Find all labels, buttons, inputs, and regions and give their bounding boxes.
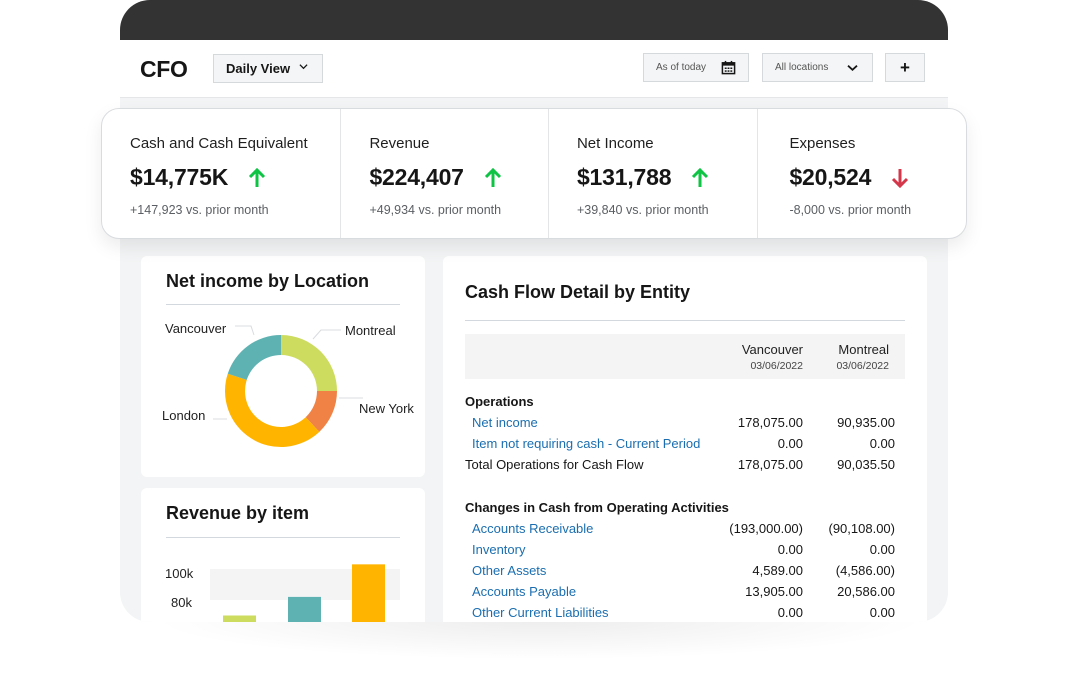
column-name: Montreal [838, 342, 889, 357]
table-row[interactable]: Net income 178,075.00 90,935.00 [465, 415, 905, 436]
value-vancouver: 0.00 [777, 605, 803, 620]
table-row[interactable]: Inventory 0.00 0.00 [465, 542, 905, 563]
kpi-cash[interactable]: Cash and Cash Equivalent $14,775K +147,9… [102, 109, 342, 238]
row-link[interactable]: Accounts Receivable [472, 521, 593, 536]
value-vancouver: 178,075.00 [737, 457, 803, 472]
row-label: Total Operations for Cash Flow [465, 457, 644, 472]
date-filter-label: As of today [656, 62, 707, 73]
divider [465, 320, 905, 321]
net-income-by-location-card: Net income by Location Vancouver Montrea… [141, 256, 425, 477]
chevron-down-icon [299, 64, 308, 70]
value-vancouver: 4,589.00 [752, 563, 803, 578]
bar-item-3[interactable] [352, 564, 385, 622]
card-title: Cash Flow Detail by Entity [465, 282, 691, 302]
device-shadow [150, 620, 930, 660]
revenue-by-item-card: Revenue by item 100k 80k [141, 488, 425, 622]
column-date: 03/06/2022 [750, 360, 803, 372]
row-link[interactable]: Other Assets [472, 563, 546, 578]
value-montreal: 90,935.00 [837, 415, 895, 430]
donut-slice-vancouver[interactable] [227, 335, 281, 380]
row-link[interactable]: Item not requiring cash - Current Period [472, 436, 700, 451]
donut-chart [213, 325, 363, 448]
y-tick-100k: 100k [165, 566, 194, 581]
row-label: Changes in Cash from Operating Activitie… [465, 500, 729, 515]
view-select-dropdown[interactable]: Daily View [213, 54, 323, 83]
column-date: 03/06/2022 [836, 360, 889, 372]
kpi-strip: Cash and Cash Equivalent $14,775K +147,9… [101, 108, 967, 239]
kpi-label: Cash and Cash Equivalent [130, 135, 308, 152]
row-link[interactable]: Other Current Liabilities [472, 605, 609, 620]
section-header: Operations [465, 394, 905, 415]
value-vancouver: 178,075.00 [737, 415, 803, 430]
row-label: Operations [465, 394, 534, 409]
value-montreal: (4,586.00) [835, 563, 895, 578]
kpi-value: $14,775K [130, 164, 229, 190]
value-vancouver: 0.00 [777, 436, 803, 451]
kpi-delta: -8,000 vs. prior month [789, 203, 912, 217]
table-row[interactable]: Other Current Liabilities 0.00 0.00 [465, 605, 905, 622]
table-row: Total Operations for Cash Flow 178,075.00… [465, 457, 905, 478]
date-filter-button[interactable]: As of today [643, 53, 749, 82]
leader-line-vancouver [235, 325, 255, 336]
column-name: Vancouver [741, 342, 803, 357]
value-montreal: 90,035.50 [837, 457, 895, 472]
cash-flow-detail-card: Cash Flow Detail by Entity Vancouver 03/… [443, 256, 927, 622]
table-header: Vancouver 03/06/2022 Montreal 03/06/2022 [465, 334, 905, 379]
arrow-up-icon [692, 167, 709, 187]
slice-label-new-york: New York [359, 401, 414, 416]
value-vancouver: (193,000.00) [729, 521, 803, 536]
kpi-delta: +39,840 vs. prior month [576, 203, 709, 217]
column-header-vancouver: Vancouver 03/06/2022 [742, 342, 803, 372]
device-frame: CFO Daily View As of today All locations… [120, 0, 948, 622]
section-header: Changes in Cash from Operating Activitie… [465, 500, 905, 521]
value-montreal: 0.00 [869, 436, 895, 451]
value-montreal: 0.00 [869, 542, 895, 557]
kpi-net-income[interactable]: Net Income $131,788 +39,840 vs. prior mo… [549, 109, 759, 238]
donut-slice-montreal[interactable] [281, 335, 337, 391]
slice-label-vancouver: Vancouver [165, 321, 227, 336]
kpi-value: $20,524 [789, 164, 872, 190]
value-vancouver: 13,905.00 [745, 584, 803, 599]
kpi-delta: +49,934 vs. prior month [369, 203, 502, 217]
row-link[interactable]: Inventory [472, 542, 525, 557]
table-row[interactable]: Other Assets 4,589.00 (4,586.00) [465, 563, 905, 584]
view-select-label: Daily View [226, 61, 291, 76]
row-link[interactable]: Accounts Payable [472, 584, 576, 599]
app-header: CFO Daily View As of today All locations… [120, 40, 948, 98]
arrow-up-icon [484, 167, 501, 187]
kpi-value: $131,788 [576, 164, 672, 190]
value-vancouver: 0.00 [777, 542, 803, 557]
leader-line-montreal [312, 329, 341, 340]
row-link[interactable]: Net income [472, 415, 538, 430]
value-montreal: 20,586.00 [837, 584, 895, 599]
donut-slice-london[interactable] [225, 373, 320, 448]
calendar-icon [721, 60, 736, 75]
value-montreal: (90,108.00) [828, 521, 896, 536]
table-row[interactable]: Accounts Receivable (193,000.00) (90,108.0… [465, 521, 905, 542]
arrow-down-icon [892, 168, 909, 188]
kpi-revenue[interactable]: Revenue $224,407 +49,934 vs. prior month [341, 109, 549, 238]
kpi-label: Revenue [369, 135, 430, 152]
location-filter-dropdown[interactable]: All locations [762, 53, 873, 82]
kpi-value: $224,407 [369, 164, 464, 190]
table-row[interactable]: Item not requiring cash - Current Period… [465, 436, 905, 457]
chevron-down-icon [847, 65, 858, 71]
kpi-label: Net Income [576, 135, 654, 152]
value-montreal: 0.00 [869, 605, 895, 620]
y-tick-80k: 80k [171, 595, 192, 610]
app-title: CFO [140, 56, 188, 82]
table-row[interactable]: Accounts Payable 13,905.00 20,586.00 [465, 584, 905, 605]
add-button[interactable]: + [885, 53, 925, 82]
kpi-label: Expenses [789, 135, 856, 152]
arrow-up-icon [249, 167, 266, 187]
device-top-bar [120, 0, 948, 40]
location-filter-label: All locations [775, 62, 829, 73]
slice-label-montreal: Montreal [345, 323, 396, 338]
slice-label-london: London [162, 408, 206, 423]
column-header-montreal: Montreal 03/06/2022 [836, 342, 889, 372]
bar-item-1[interactable] [223, 615, 256, 623]
kpi-delta: +147,923 vs. prior month [130, 203, 269, 217]
kpi-expenses[interactable]: Expenses $20,524 -8,000 vs. prior month [758, 109, 966, 238]
bar-item-2[interactable] [288, 596, 321, 622]
